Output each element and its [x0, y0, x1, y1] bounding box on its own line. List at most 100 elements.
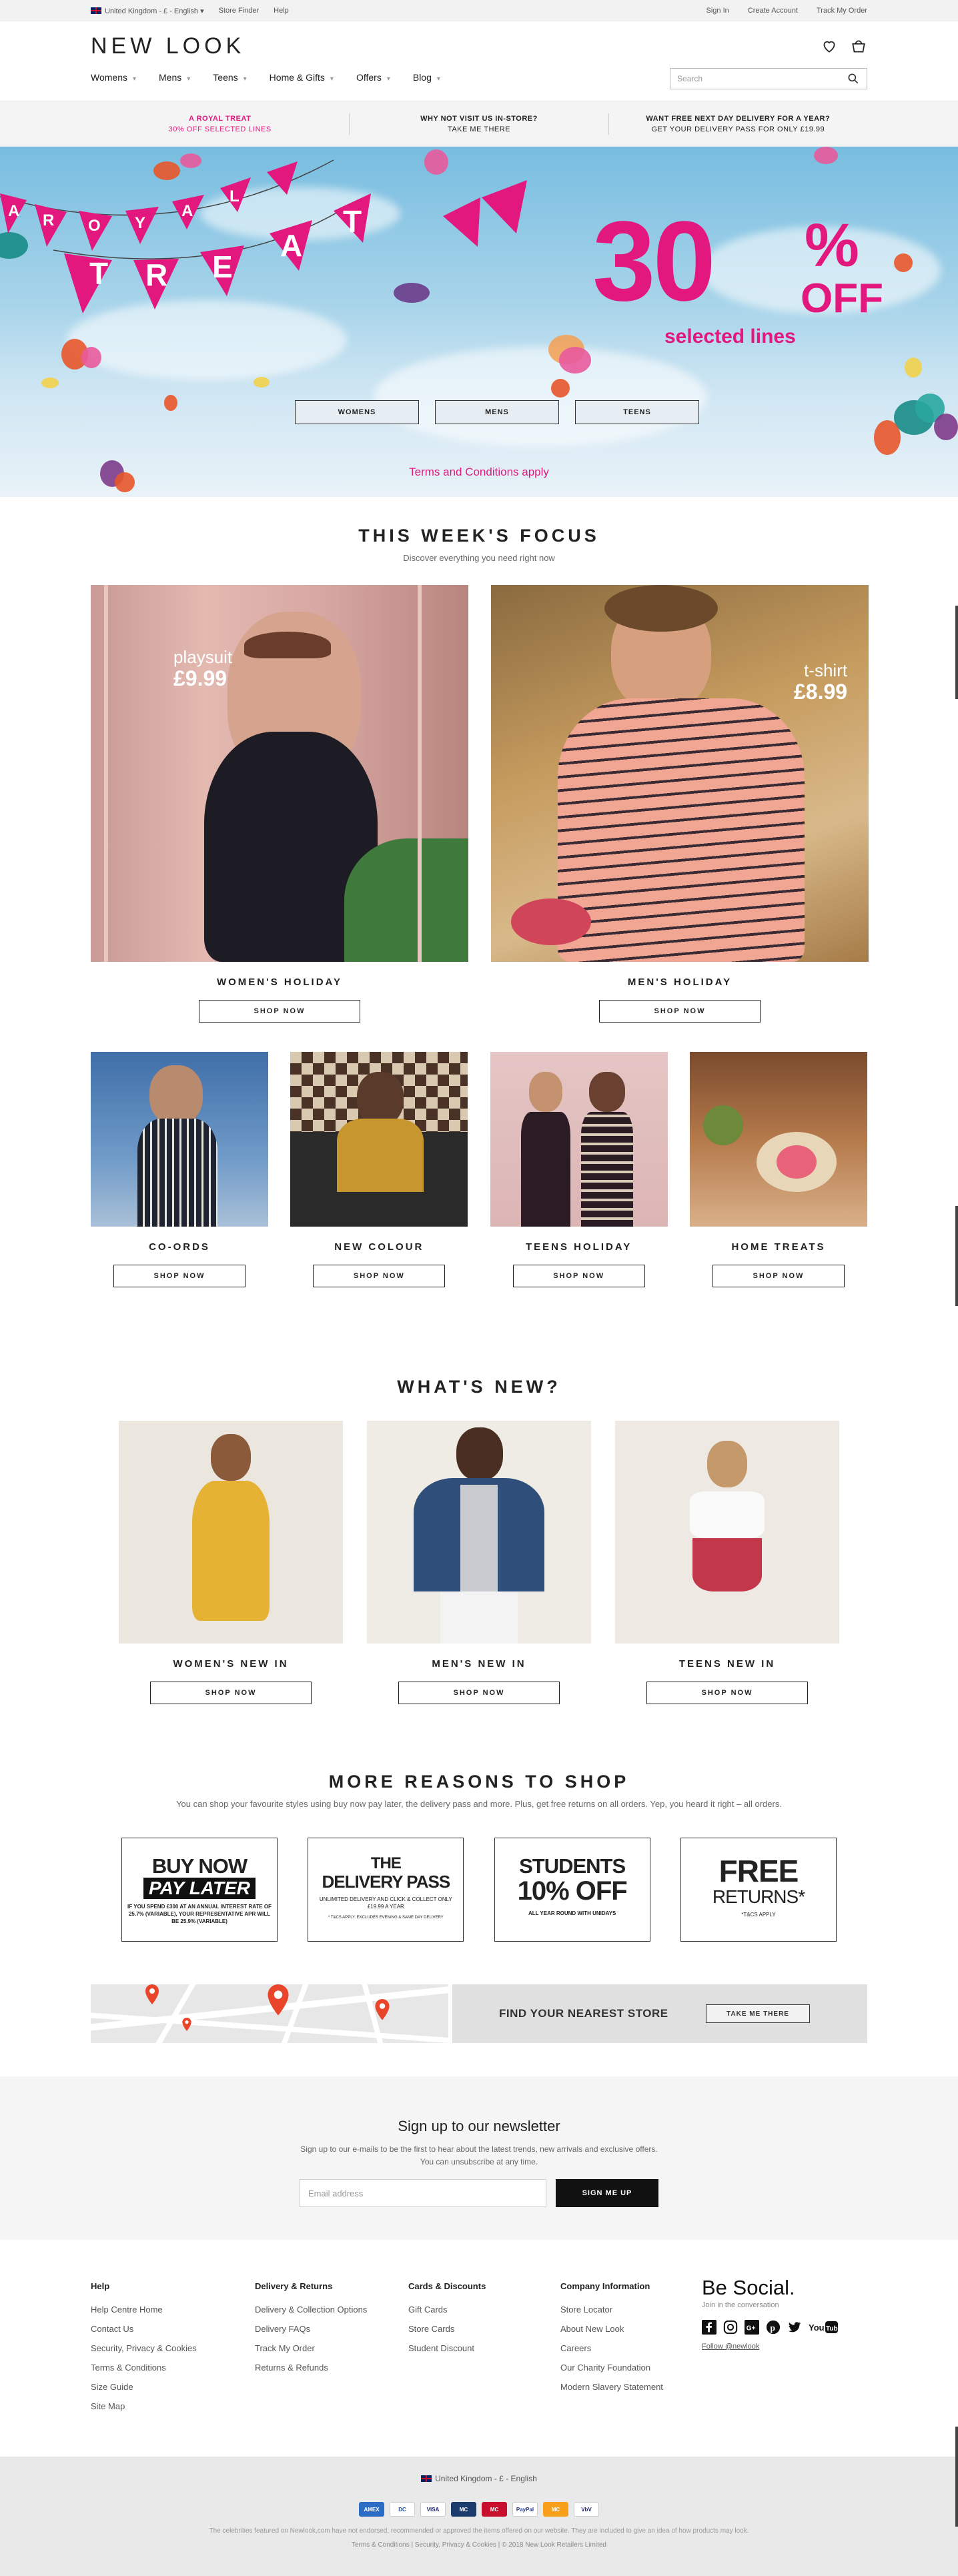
- legal-links[interactable]: Terms & Conditions | Security, Privacy &…: [0, 2541, 958, 2549]
- mens-new-in-shop-button[interactable]: SHOP NOW: [398, 1682, 560, 1704]
- footer-col-delivery: Delivery & Returns Delivery & Collection…: [255, 2281, 408, 2421]
- mens-holiday-image[interactable]: t-shirt £8.99: [491, 585, 869, 962]
- instagram-icon[interactable]: [723, 2320, 738, 2335]
- mens-new-in-card: MEN'S NEW IN SHOP NOW: [367, 1421, 591, 1704]
- footer-link[interactable]: Our Charity Foundation: [560, 2363, 702, 2373]
- teens-holiday-shop-button[interactable]: SHOP NOW: [512, 1265, 645, 1287]
- mens-new-in-title: MEN'S NEW IN: [432, 1658, 526, 1670]
- womens-new-in-shop-button[interactable]: SHOP NOW: [150, 1682, 312, 1704]
- footer-link[interactable]: Store Cards: [408, 2324, 560, 2334]
- footer-link[interactable]: Track My Order: [255, 2343, 408, 2353]
- mens-holiday-shop-button[interactable]: SHOP NOW: [599, 1000, 761, 1023]
- hero-mens-button[interactable]: MENS: [435, 400, 559, 424]
- footer-locale-selector[interactable]: United Kingdom - £ - English: [0, 2474, 958, 2483]
- hero-terms-link[interactable]: Terms and Conditions apply: [0, 466, 958, 479]
- help-link[interactable]: Help: [274, 7, 289, 15]
- bunting-letter: O: [88, 217, 101, 235]
- email-field[interactable]: Email address: [300, 2179, 546, 2207]
- delivery-pass-box[interactable]: THE DELIVERY PASS UNLIMITED DELIVERY AND…: [308, 1838, 464, 1942]
- nav-offers[interactable]: Offers ▾: [356, 72, 390, 83]
- promo-royal-treat[interactable]: A ROYAL TREAT 30% OFF SELECTED LINES: [91, 113, 349, 135]
- footer-link[interactable]: Help Centre Home: [91, 2305, 255, 2315]
- footer-link[interactable]: Security, Privacy & Cookies: [91, 2343, 255, 2353]
- teens-holiday-image[interactable]: [490, 1052, 668, 1227]
- promo-delivery-pass[interactable]: WANT FREE NEXT DAY DELIVERY FOR A YEAR? …: [608, 113, 867, 135]
- newsletter-desc: Sign up to our e-mails to be the first t…: [300, 2144, 658, 2154]
- bunting-letter: A: [280, 228, 302, 263]
- footer-links: Help Help Centre Home Contact Us Securit…: [0, 2240, 958, 2457]
- new-colour-shop-button[interactable]: SHOP NOW: [313, 1265, 446, 1287]
- store-finder-banner[interactable]: FIND YOUR NEAREST STORE TAKE ME THERE: [91, 1984, 867, 2043]
- new-colour-card: NEW COLOUR SHOP NOW: [290, 1052, 468, 1287]
- footer-link[interactable]: Delivery & Collection Options: [255, 2305, 408, 2315]
- womens-holiday-image[interactable]: playsuit £9.99: [91, 585, 468, 962]
- new-colour-title: NEW COLOUR: [334, 1241, 424, 1253]
- mens-holiday-title: MEN'S HOLIDAY: [627, 977, 733, 988]
- hero-subtitle: selected lines: [664, 326, 796, 348]
- footer-link[interactable]: Size Guide: [91, 2382, 255, 2392]
- womens-new-in-image[interactable]: [119, 1421, 343, 1644]
- focus-subtitle: Discover everything you need right now: [403, 553, 555, 563]
- locale-selector[interactable]: United Kingdom - £ - English ▾: [91, 7, 204, 15]
- free-returns-box[interactable]: FREE RETURNS* *T&CS APPLY: [680, 1838, 837, 1942]
- wishlist-heart-icon[interactable]: [821, 37, 838, 55]
- tshirt-price: t-shirt £8.99: [794, 660, 848, 704]
- footer-link[interactable]: Gift Cards: [408, 2305, 560, 2315]
- co-ords-image[interactable]: [91, 1052, 268, 1227]
- buy-now-pay-later-box[interactable]: BUY NOW PAY LATER IF YOU SPEND £300 AT A…: [121, 1838, 278, 1942]
- google-plus-icon[interactable]: G+: [745, 2320, 759, 2335]
- youtube-icon[interactable]: YouTube: [809, 2320, 838, 2335]
- nav-mens[interactable]: Mens ▾: [159, 72, 190, 83]
- bunting-letter: A: [8, 202, 19, 220]
- co-ords-shop-button[interactable]: SHOP NOW: [113, 1265, 246, 1287]
- footer-link[interactable]: Delivery FAQs: [255, 2324, 408, 2334]
- co-ords-card: CO-ORDS SHOP NOW: [91, 1052, 268, 1287]
- follow-link[interactable]: Follow @newlook: [702, 2343, 838, 2351]
- teens-new-in-shop-button[interactable]: SHOP NOW: [646, 1682, 808, 1704]
- bunting-letter: R: [43, 211, 54, 229]
- footer-link[interactable]: Modern Slavery Statement: [560, 2382, 702, 2392]
- teens-new-in-image[interactable]: [615, 1421, 839, 1644]
- hero-banner[interactable]: A R O Y A L T R E A T 30 % OFF selected …: [0, 147, 958, 497]
- hero-womens-button[interactable]: WOMENS: [295, 400, 419, 424]
- create-account-link[interactable]: Create Account: [748, 7, 798, 15]
- footer-link[interactable]: Contact Us: [91, 2324, 255, 2334]
- sign-in-link[interactable]: Sign In: [706, 7, 729, 15]
- footer-link[interactable]: Site Map: [91, 2401, 255, 2411]
- footer-link[interactable]: Careers: [560, 2343, 702, 2353]
- hero-discount: 30 % OFF: [592, 198, 883, 325]
- home-treats-image[interactable]: [689, 1052, 867, 1227]
- take-me-there-button[interactable]: TAKE ME THERE: [706, 2004, 810, 2023]
- students-discount-box[interactable]: STUDENTS 10% OFF ALL YEAR ROUND WITH UNI…: [494, 1838, 650, 1942]
- new-colour-image[interactable]: [290, 1052, 468, 1227]
- uk-flag-icon: [421, 2475, 432, 2482]
- logo[interactable]: NEW LOOK: [91, 33, 245, 59]
- facebook-icon[interactable]: [702, 2320, 716, 2335]
- track-order-link[interactable]: Track My Order: [817, 7, 867, 15]
- hero-teens-button[interactable]: TEENS: [575, 400, 699, 424]
- twitter-icon[interactable]: [787, 2320, 802, 2335]
- womens-holiday-shop-button[interactable]: SHOP NOW: [199, 1000, 360, 1023]
- footer-link[interactable]: Terms & Conditions: [91, 2363, 255, 2373]
- newsletter-title: Sign up to our newsletter: [398, 2118, 560, 2134]
- footer-link[interactable]: Store Locator: [560, 2305, 702, 2315]
- sign-me-up-button[interactable]: SIGN ME UP: [556, 2179, 658, 2207]
- nav-womens[interactable]: Womens ▾: [91, 72, 136, 83]
- store-finder-link[interactable]: Store Finder: [219, 7, 260, 15]
- home-treats-shop-button[interactable]: SHOP NOW: [712, 1265, 845, 1287]
- footer-link[interactable]: About New Look: [560, 2324, 702, 2334]
- svg-text:You: You: [809, 2323, 825, 2333]
- mens-new-in-image[interactable]: [367, 1421, 591, 1644]
- nav-teens[interactable]: Teens ▾: [213, 72, 246, 83]
- footer-link[interactable]: Student Discount: [408, 2343, 560, 2353]
- nav-blog[interactable]: Blog ▾: [413, 72, 440, 83]
- newsletter-unsubscribe-note: You can unsubscribe at any time.: [420, 2157, 538, 2166]
- promo-in-store[interactable]: WHY NOT VISIT US IN-STORE? TAKE ME THERE: [349, 113, 608, 135]
- search-icon[interactable]: [847, 72, 860, 85]
- basket-icon[interactable]: [850, 37, 867, 55]
- footer-link[interactable]: Returns & Refunds: [255, 2363, 408, 2373]
- pinterest-icon[interactable]: p: [766, 2320, 781, 2335]
- nav-home-gifts[interactable]: Home & Gifts ▾: [270, 72, 334, 83]
- bunting-letter: R: [145, 257, 167, 292]
- search-input[interactable]: Search: [670, 68, 867, 89]
